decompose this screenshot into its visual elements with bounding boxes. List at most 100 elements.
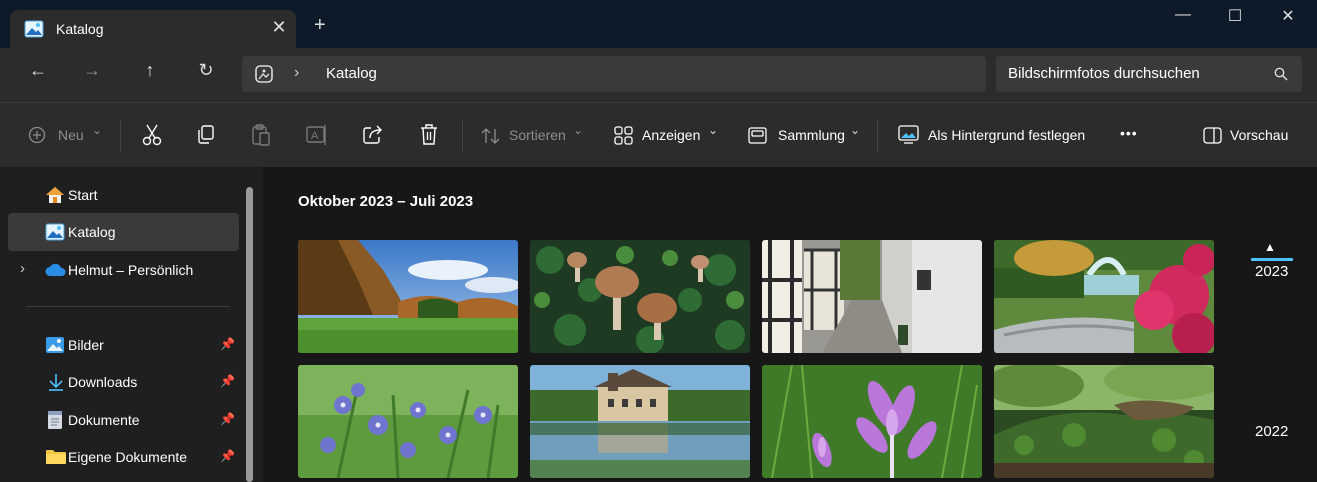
set-background-label: Als Hintergrund festlegen — [928, 127, 1086, 143]
set-background-button[interactable]: Als Hintergrund festlegen — [898, 123, 1090, 151]
photo-thumbnail[interactable] — [298, 365, 518, 478]
wallpaper-icon — [898, 125, 919, 144]
divider — [26, 306, 230, 307]
photo-thumbnail[interactable] — [762, 365, 982, 478]
add-circle-icon — [28, 126, 46, 144]
view-label: Anzeigen — [642, 127, 701, 143]
sidebar-item-label: Katalog — [68, 224, 116, 240]
chevron-down-icon: ⌄ — [92, 123, 103, 137]
command-bar: Neu ⌄ A Sortieren ⌄ Anzeigen ⌄ Sammlung … — [0, 102, 1317, 167]
cut-icon[interactable] — [141, 123, 163, 147]
sidebar-item-label: Dokumente — [68, 412, 140, 428]
sidebar-item-label: Start — [68, 187, 98, 203]
back-button[interactable]: ← — [24, 60, 52, 81]
sidebar-item-onedrive[interactable]: › Helmut – Persönlich — [8, 251, 239, 289]
photo-thumbnail[interactable] — [994, 240, 1214, 353]
gallery-icon — [24, 20, 44, 38]
timeline-marker — [1251, 258, 1293, 261]
timeline-up-arrow[interactable]: ▲ — [1264, 240, 1276, 254]
sidebar-item-dokumente[interactable]: Dokumente 📌 — [8, 401, 239, 439]
folder-icon — [46, 450, 66, 464]
expand-chevron-icon[interactable]: › — [20, 260, 25, 277]
pin-icon[interactable]: 📌 — [220, 449, 235, 463]
divider — [120, 119, 121, 153]
refresh-button[interactable]: ↻ — [192, 60, 220, 81]
photo-moated-castle — [530, 365, 750, 478]
up-button[interactable]: ↑ — [136, 60, 164, 81]
close-window-button[interactable]: ✕ — [1273, 6, 1303, 26]
sidebar-item-label: Bilder — [68, 337, 104, 353]
search-placeholder: Bildschirmfotos durchsuchen — [1008, 65, 1200, 82]
pin-icon[interactable]: 📌 — [220, 337, 235, 351]
photo-thumbnail[interactable] — [530, 365, 750, 478]
photo-autumn-field — [298, 240, 518, 353]
collection-label: Sammlung — [778, 127, 845, 143]
copy-icon[interactable] — [196, 124, 216, 146]
photo-thumbnail[interactable] — [530, 240, 750, 353]
sidebar-item-label: Downloads — [68, 374, 138, 390]
sidebar-item-katalog[interactable]: Katalog — [8, 213, 239, 251]
search-icon[interactable] — [1274, 67, 1288, 81]
new-tab-button[interactable]: + — [314, 14, 326, 37]
sidebar-item-bilder[interactable]: Bilder 📌 — [8, 326, 239, 364]
photo-thumbnail[interactable] — [298, 240, 518, 353]
breadcrumb-separator: › — [294, 64, 300, 81]
tab-title: Katalog — [56, 21, 104, 37]
photo-mushrooms — [530, 240, 750, 353]
group-title: Oktober 2023 – Juli 2023 — [298, 193, 474, 210]
sidebar-item-eigene-dokumente[interactable]: Eigene Dokumente 📌 — [8, 438, 239, 476]
new-label: Neu — [58, 127, 84, 143]
sidebar-item-downloads[interactable]: Downloads 📌 — [8, 363, 239, 401]
preview-button[interactable]: Vorschau — [1203, 123, 1299, 151]
navigation-pane: Start Katalog › Helmut – Persönlich Bild… — [0, 167, 262, 482]
gallery-content: Oktober 2023 – Juli 2023 ▲ 2023 2022 — [263, 167, 1317, 482]
search-input[interactable]: Bildschirmfotos durchsuchen — [996, 56, 1302, 92]
maximize-button[interactable]: ☐ — [1220, 6, 1250, 26]
title-bar: Katalog ✕ + — ☐ ✕ — [0, 0, 1317, 48]
tab-katalog[interactable]: Katalog ✕ — [10, 10, 296, 48]
sidebar-item-start[interactable]: Start — [8, 177, 239, 215]
collection-button[interactable]: Sammlung ⌄ — [748, 123, 860, 151]
chevron-down-icon: ⌄ — [850, 123, 861, 137]
gallery-icon — [255, 65, 273, 83]
more-options-button[interactable]: ••• — [1120, 125, 1138, 141]
pin-icon[interactable]: 📌 — [220, 374, 235, 388]
sort-icon — [481, 128, 500, 144]
sidebar-item-label: Eigene Dokumente — [68, 449, 188, 465]
divider — [877, 119, 878, 153]
close-tab-icon[interactable]: ✕ — [268, 17, 290, 38]
grid-view-icon — [614, 126, 633, 145]
documents-icon — [48, 411, 62, 429]
address-row: ← → ↑ ↻ › Katalog Bildschirmfotos durchs… — [0, 48, 1317, 102]
breadcrumb-katalog[interactable]: Katalog — [326, 65, 377, 82]
paste-icon[interactable] — [251, 123, 271, 147]
photo-thumbnail[interactable] — [762, 240, 982, 353]
pin-icon[interactable]: 📌 — [220, 412, 235, 426]
pictures-icon — [46, 337, 64, 353]
share-icon[interactable] — [362, 124, 384, 146]
minimize-button[interactable]: — — [1168, 6, 1198, 24]
cloud-icon — [45, 263, 66, 276]
view-button[interactable]: Anzeigen ⌄ — [614, 123, 720, 151]
forward-button[interactable]: → — [78, 60, 106, 81]
chevron-down-icon: ⌄ — [573, 123, 584, 137]
home-icon — [46, 187, 64, 203]
photo-garden-fountain — [994, 240, 1214, 353]
preview-pane-icon — [1203, 127, 1222, 144]
svg-text:A: A — [311, 130, 319, 142]
photo-half-timbered-alley — [762, 240, 982, 353]
new-button[interactable]: Neu ⌄ — [28, 123, 108, 151]
sort-label: Sortieren — [509, 127, 566, 143]
sidebar-scrollbar[interactable] — [246, 187, 253, 482]
photo-thumbnail[interactable] — [994, 365, 1214, 478]
gallery-icon — [45, 223, 65, 241]
timeline-year[interactable]: 2023 — [1255, 263, 1288, 280]
download-icon — [49, 374, 63, 391]
address-bar[interactable]: › Katalog — [242, 56, 986, 92]
sidebar-item-label: Helmut – Persönlich — [68, 262, 194, 278]
delete-icon[interactable] — [419, 123, 439, 147]
chevron-down-icon: ⌄ — [708, 123, 719, 137]
timeline-year[interactable]: 2022 — [1255, 423, 1288, 440]
rename-icon[interactable]: A — [306, 124, 328, 146]
sort-button[interactable]: Sortieren ⌄ — [481, 123, 585, 151]
